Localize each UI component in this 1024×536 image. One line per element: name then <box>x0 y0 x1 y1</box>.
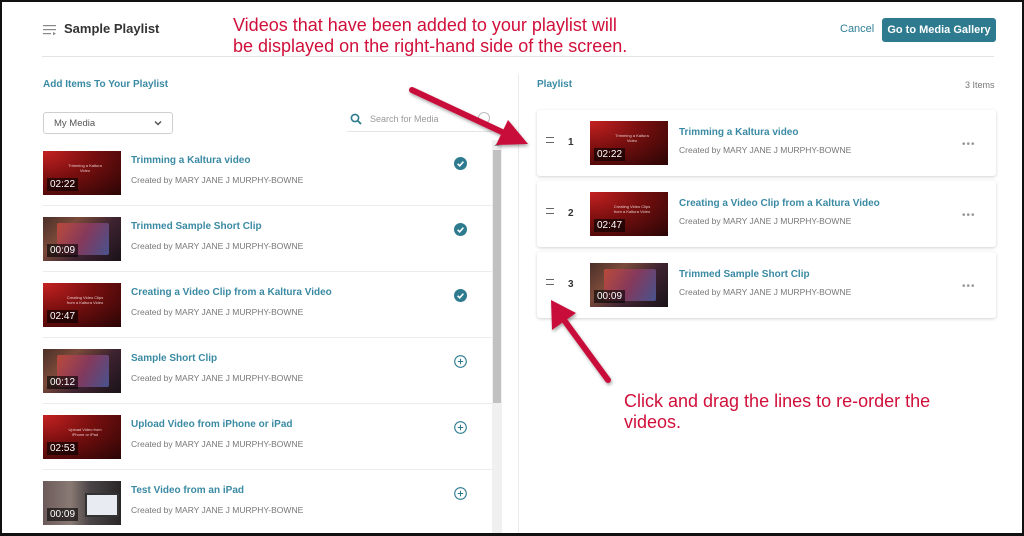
thumbnail-caption: Creating Video Clips from a Kaltura Vide… <box>613 204 651 214</box>
playlist-heading: Playlist <box>537 79 573 90</box>
duration-badge: 02:47 <box>594 219 626 232</box>
media-creator: Created by MARY JANE J MURPHY-BOWNE <box>131 505 304 515</box>
media-creator: Created by MARY JANE J MURPHY-BOWNE <box>131 439 304 449</box>
more-options-icon[interactable]: ••• <box>962 210 976 221</box>
media-title[interactable]: Upload Video from iPhone or iPad <box>131 419 293 430</box>
media-title[interactable]: Creating a Video Clip from a Kaltura Vid… <box>131 287 332 298</box>
video-thumbnail[interactable]: Trimming a Kaltura Video 02:22 <box>590 121 668 165</box>
media-source-value: My Media <box>54 117 96 129</box>
media-list: Trimming a Kaltura Video 02:22 Trimming a… <box>43 140 493 533</box>
search-media-field[interactable]: Search for Media <box>347 109 492 132</box>
playlist-item[interactable]: 2 Creating Video Clips from a Kaltura Vi… <box>537 181 996 247</box>
add-circle-icon[interactable] <box>454 421 467 434</box>
video-thumbnail[interactable]: Creating Video Clips from a Kaltura Vide… <box>590 192 668 236</box>
playlist: 1 Trimming a Kaltura Video 02:22 Trimming… <box>537 110 996 323</box>
duration-badge: 00:09 <box>47 508 79 521</box>
playlist-item-creator: Created by MARY JANE J MURPHY-BOWNE <box>679 216 852 226</box>
video-thumbnail[interactable]: 00:12 <box>43 349 121 393</box>
search-icon <box>350 113 362 125</box>
media-list-scrollbar[interactable] <box>492 140 502 533</box>
video-thumbnail[interactable]: Trimming a Kaltura Video 02:22 <box>43 151 121 195</box>
search-input[interactable]: Search for Media <box>370 114 439 124</box>
thumbnail-caption: Trimming a Kaltura Video <box>68 163 102 173</box>
video-thumbnail[interactable]: Upload Video from iPhone or iPad 02:53 <box>43 415 121 459</box>
media-title[interactable]: Test Video from an iPad <box>131 485 244 496</box>
duration-badge: 02:22 <box>594 148 626 161</box>
duration-badge: 00:09 <box>594 290 626 303</box>
cancel-link[interactable]: Cancel <box>840 23 874 35</box>
scroll-up-arrow-icon[interactable] <box>494 143 500 146</box>
info-icon[interactable] <box>478 112 490 124</box>
duration-badge: 02:22 <box>47 178 79 191</box>
duration-badge: 00:12 <box>47 376 79 389</box>
duration-badge: 02:53 <box>47 442 79 455</box>
more-options-icon[interactable]: ••• <box>962 139 976 150</box>
playlist-item-title[interactable]: Trimmed Sample Short Clip <box>679 269 810 280</box>
annotation-playlist-display: Videos that have been added to your play… <box>233 15 628 56</box>
media-list-item[interactable]: Creating Video Clips from a Kaltura Vide… <box>43 272 493 338</box>
playlist-item-title[interactable]: Trimming a Kaltura video <box>679 127 798 138</box>
playlist-item-count: 3 Items <box>965 80 995 90</box>
duration-badge: 00:09 <box>47 244 79 257</box>
media-creator: Created by MARY JANE J MURPHY-BOWNE <box>131 307 304 317</box>
media-list-item[interactable]: 00:09 Trimmed Sample Short Clip Created … <box>43 206 493 272</box>
panel-divider <box>518 74 519 533</box>
go-to-media-gallery-button[interactable]: Go to Media Gallery <box>882 18 996 42</box>
media-title[interactable]: Trimming a Kaltura video <box>131 155 250 166</box>
chevron-down-icon <box>154 120 162 126</box>
add-circle-icon[interactable] <box>454 487 467 500</box>
media-creator: Created by MARY JANE J MURPHY-BOWNE <box>131 373 304 383</box>
media-source-select[interactable]: My Media <box>43 112 173 134</box>
playlist-item[interactable]: 1 Trimming a Kaltura Video 02:22 Trimming… <box>537 110 996 176</box>
media-list-item[interactable]: Trimming a Kaltura Video 02:22 Trimming a… <box>43 140 493 206</box>
more-options-icon[interactable]: ••• <box>962 281 976 292</box>
playlist-position: 2 <box>568 208 574 219</box>
scrollbar-thumb[interactable] <box>493 150 501 403</box>
screen-frame: Sample Playlist Cancel Go to Media Galle… <box>0 0 1024 536</box>
video-thumbnail[interactable]: 00:09 <box>590 263 668 307</box>
video-thumbnail[interactable]: 00:09 <box>43 217 121 261</box>
media-creator: Created by MARY JANE J MURPHY-BOWNE <box>131 175 304 185</box>
annotation-drag-reorder: Click and drag the lines to re-order the… <box>624 391 931 432</box>
check-circle-icon[interactable] <box>454 289 467 302</box>
thumbnail-caption: Creating Video Clips from a Kaltura Vide… <box>66 295 104 305</box>
playlist-item-creator: Created by MARY JANE J MURPHY-BOWNE <box>679 287 852 297</box>
thumbnail-caption: Upload Video from iPhone or iPad <box>68 427 102 437</box>
drag-handle-icon[interactable] <box>546 137 554 143</box>
video-thumbnail[interactable]: 00:09 <box>43 481 121 525</box>
page-title: Sample Playlist <box>64 21 160 36</box>
media-list-item[interactable]: 00:12 Sample Short Clip Created by MARY … <box>43 338 493 404</box>
check-circle-icon[interactable] <box>454 157 467 170</box>
add-items-heading: Add Items To Your Playlist <box>43 79 169 90</box>
add-circle-icon[interactable] <box>454 355 467 368</box>
playlist-item-creator: Created by MARY JANE J MURPHY-BOWNE <box>679 145 852 155</box>
media-list-item[interactable]: 00:09 Test Video from an iPad Created by… <box>43 470 493 533</box>
playlist-icon <box>43 25 56 36</box>
media-title[interactable]: Trimmed Sample Short Clip <box>131 221 262 232</box>
duration-badge: 02:47 <box>47 310 79 323</box>
playlist-position: 1 <box>568 137 574 148</box>
media-creator: Created by MARY JANE J MURPHY-BOWNE <box>131 241 304 251</box>
video-thumbnail[interactable]: Creating Video Clips from a Kaltura Vide… <box>43 283 121 327</box>
playlist-item[interactable]: 3 00:09 Trimmed Sample Short Clip Create… <box>537 252 996 318</box>
thumbnail-caption: Trimming a Kaltura Video <box>615 133 649 143</box>
check-circle-icon[interactable] <box>454 223 467 236</box>
media-title[interactable]: Sample Short Clip <box>131 353 217 364</box>
drag-handle-icon[interactable] <box>546 279 554 285</box>
playlist-item-title[interactable]: Creating a Video Clip from a Kaltura Vid… <box>679 198 880 209</box>
playlist-position: 3 <box>568 279 574 290</box>
media-list-item[interactable]: Upload Video from iPhone or iPad 02:53 Up… <box>43 404 493 470</box>
drag-handle-icon[interactable] <box>546 208 554 214</box>
